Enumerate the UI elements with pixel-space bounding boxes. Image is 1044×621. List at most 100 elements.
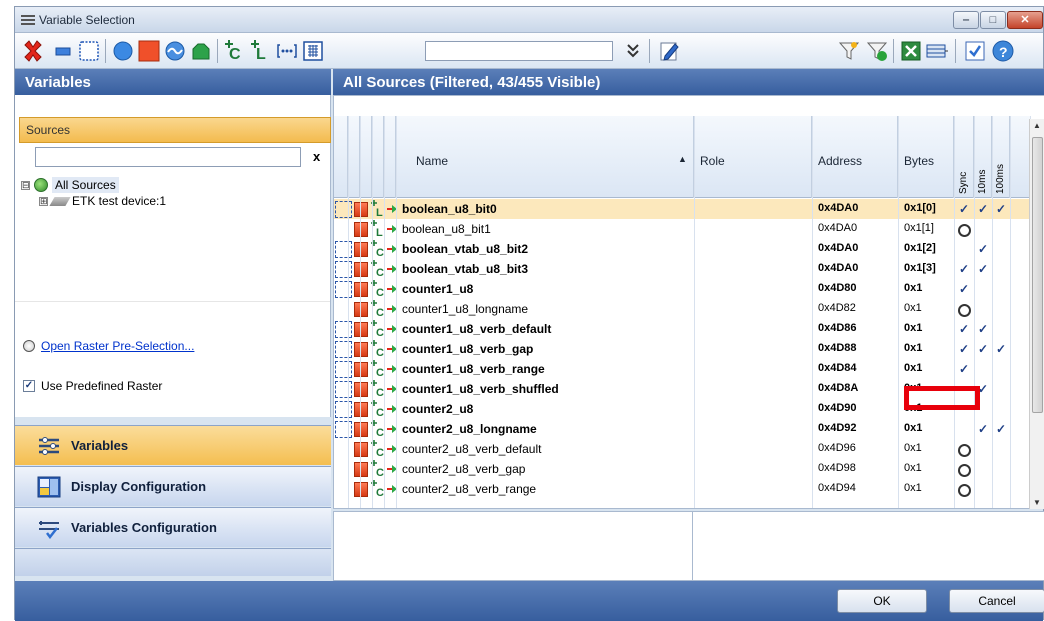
ms10-cell[interactable]: ✓ [975, 341, 991, 357]
cancel-button[interactable]: Cancel [949, 589, 1044, 613]
ms100-cell[interactable] [993, 441, 1009, 457]
table-row[interactable]: Cboolean_vtab_u8_bit3 0x4DA0 0x1[3] ✓ ✓ [334, 259, 1030, 279]
ms100-cell[interactable]: ✓ [993, 341, 1009, 357]
ms100-cell[interactable] [993, 261, 1009, 277]
check-box-icon[interactable] [963, 39, 987, 63]
sources-search-input[interactable] [35, 147, 301, 167]
columns-icon[interactable] [925, 39, 949, 63]
sync-cell[interactable]: ✓ [956, 201, 972, 217]
minimize-button[interactable]: ‒ [953, 11, 979, 29]
col-select[interactable] [334, 116, 348, 198]
table-row[interactable]: Lboolean_u8_bit0 0x4DA0 0x1[0] ✓ ✓ ✓ [334, 199, 1030, 219]
ms100-cell[interactable] [993, 381, 1009, 397]
sync-cell-round-icon[interactable] [956, 221, 972, 237]
nav-variables[interactable]: Variables [15, 425, 331, 465]
sync-cell[interactable]: ✓ [956, 361, 972, 377]
red-square-icon[interactable] [137, 39, 161, 63]
sync-cell-round-icon[interactable] [956, 441, 972, 457]
ms100-cell[interactable] [993, 241, 1009, 257]
col-icon[interactable] [360, 116, 372, 198]
table-row[interactable]: Lboolean_u8_bit1 0x4DA0 0x1[1] [334, 219, 1030, 239]
selection-box-icon[interactable] [335, 201, 352, 218]
ms10-cell[interactable]: ✓ [975, 201, 991, 217]
ms10-cell[interactable] [975, 301, 991, 317]
sync-cell[interactable] [956, 421, 972, 437]
maximize-button[interactable]: □ [980, 11, 1006, 29]
scroll-down-icon[interactable]: ▼ [1033, 498, 1041, 507]
sync-cell[interactable]: ✓ [956, 341, 972, 357]
table-row[interactable]: Ccounter1_u8 0x4D80 0x1 ✓ [334, 279, 1030, 299]
edit-icon[interactable] [657, 39, 681, 63]
ms10-cell[interactable] [975, 481, 991, 497]
ms10-cell[interactable]: ✓ [975, 421, 991, 437]
ms100-cell[interactable] [993, 361, 1009, 377]
selection-box-icon[interactable] [335, 401, 352, 418]
sync-cell-round-icon[interactable] [956, 301, 972, 317]
close-button[interactable]: ✕ [1007, 11, 1043, 29]
col-type[interactable] [348, 116, 360, 198]
toolbar-search-input[interactable] [425, 41, 613, 61]
variable-c-icon[interactable]: C [223, 39, 247, 63]
checkbox-icon[interactable]: ✓ [23, 380, 35, 392]
table-row[interactable]: Ccounter2_u8_verb_default 0x4D96 0x1 [334, 439, 1030, 459]
grid-box-icon[interactable] [301, 39, 325, 63]
ms10-cell[interactable]: ✓ [975, 241, 991, 257]
col-sync[interactable]: Sync [954, 116, 974, 198]
sync-cell[interactable]: ✓ [956, 281, 972, 297]
table-row[interactable]: Ccounter1_u8_verb_default 0x4D86 0x1 ✓ ✓ [334, 319, 1030, 339]
ms10-cell[interactable] [975, 221, 991, 237]
ok-button[interactable]: OK [837, 589, 927, 613]
blue-circle-icon[interactable] [111, 39, 135, 63]
flat-rect-icon[interactable] [51, 39, 75, 63]
nav-display-configuration[interactable]: Display Configuration [15, 466, 331, 506]
ms100-cell[interactable]: ✓ [993, 421, 1009, 437]
sync-cell[interactable]: ✓ [956, 321, 972, 337]
scroll-thumb[interactable] [1032, 137, 1043, 413]
table-row[interactable]: Ccounter1_u8_verb_gap 0x4D88 0x1 ✓ ✓ ✓ [334, 339, 1030, 359]
expand-icon[interactable]: ⊞ [39, 196, 48, 206]
ms100-cell[interactable] [993, 321, 1009, 337]
col-arrow[interactable] [384, 116, 396, 198]
help-icon[interactable]: ? [991, 39, 1015, 63]
col-10ms[interactable]: 10ms [974, 116, 992, 198]
selection-box-icon[interactable] [335, 281, 352, 298]
ms10-cell[interactable] [975, 441, 991, 457]
green-shape-icon[interactable] [189, 39, 213, 63]
selection-box-icon[interactable] [335, 321, 352, 338]
excel-icon[interactable] [899, 39, 923, 63]
selection-box-icon[interactable] [335, 361, 352, 378]
table-row[interactable]: Ccounter1_u8_verb_range 0x4D84 0x1 ✓ [334, 359, 1030, 379]
tree-item-etk-device[interactable]: ⊞ ETK test device:1 [39, 194, 166, 208]
use-predefined-raster-checkbox[interactable]: ✓ Use Predefined Raster [23, 379, 162, 393]
selection-box-icon[interactable] [335, 341, 352, 358]
selection-box-icon[interactable] [335, 381, 352, 398]
sync-cell-round-icon[interactable] [956, 481, 972, 497]
filter-clear-icon[interactable] [865, 39, 889, 63]
ms10-cell[interactable] [975, 281, 991, 297]
nav-variables-configuration[interactable]: Variables Configuration [15, 507, 331, 547]
selection-box-icon[interactable] [335, 421, 352, 438]
table-row[interactable]: Cboolean_vtab_u8_bit2 0x4DA0 0x1[2] ✓ [334, 239, 1030, 259]
table-row[interactable]: Ccounter2_u8_verb_range 0x4D94 0x1 [334, 479, 1030, 499]
selection-box-icon[interactable] [335, 261, 352, 278]
tree-item-all-sources[interactable]: ⊟ All Sources [21, 177, 119, 193]
blue-wave-icon[interactable] [163, 39, 187, 63]
sync-cell[interactable] [956, 241, 972, 257]
ms10-cell[interactable]: ✓ [975, 321, 991, 337]
clear-search-button[interactable]: x [313, 149, 320, 164]
sync-cell[interactable]: ✓ [956, 261, 972, 277]
delete-icon[interactable] [21, 39, 45, 63]
sources-bar[interactable]: Sources [19, 117, 331, 143]
ms10-cell[interactable] [975, 461, 991, 477]
filter-icon[interactable] [837, 39, 861, 63]
scroll-up-icon[interactable]: ▲ [1033, 121, 1041, 130]
ms100-cell[interactable] [993, 461, 1009, 477]
ms100-cell[interactable] [993, 281, 1009, 297]
col-100ms[interactable]: 100ms [992, 116, 1010, 198]
ms100-cell[interactable] [993, 301, 1009, 317]
table-row[interactable]: Ccounter2_u8_verb_gap 0x4D98 0x1 [334, 459, 1030, 479]
ms100-cell[interactable] [993, 401, 1009, 417]
ellipsis-box-icon[interactable] [275, 39, 299, 63]
selection-box-icon[interactable] [335, 241, 352, 258]
dotted-rect-icon[interactable] [77, 39, 101, 63]
